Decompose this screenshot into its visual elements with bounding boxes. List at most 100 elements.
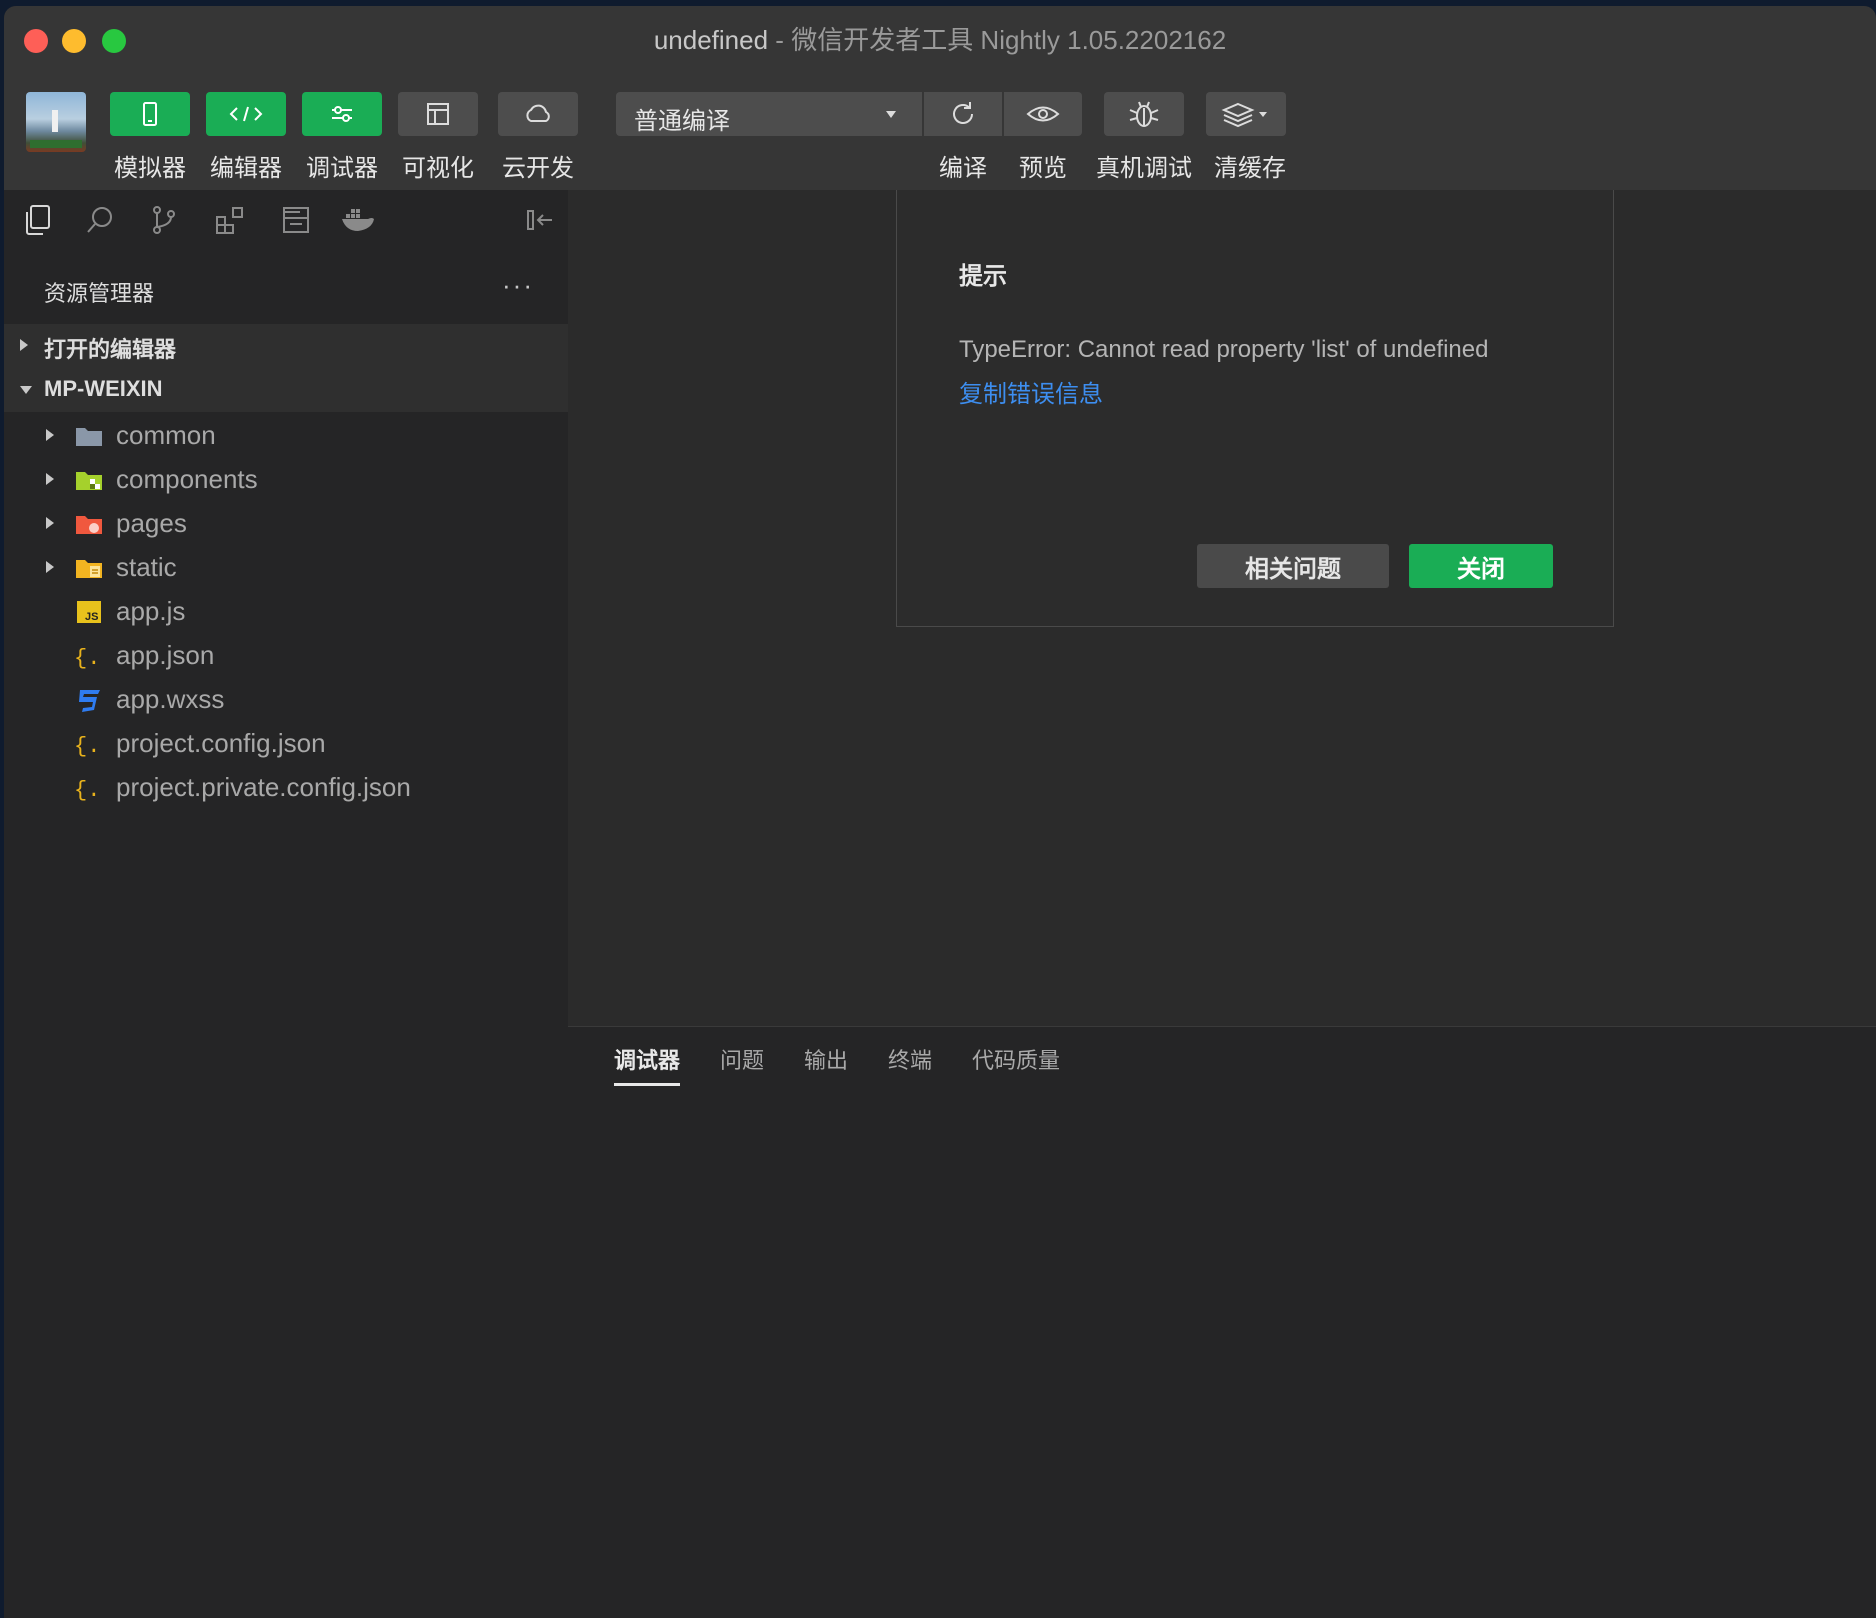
css-file-icon (79, 690, 100, 712)
tab-terminal[interactable]: 终端 (888, 1043, 932, 1075)
tree-item-app-json[interactable]: {..} app.json (4, 634, 568, 678)
editor-button[interactable] (206, 92, 286, 136)
simulator-label: 模拟器 (114, 155, 186, 182)
title-project: undefined (653, 25, 769, 55)
code-icon (229, 106, 263, 122)
tree-item-name: components (116, 464, 258, 494)
window-title: undefined - 微信开发者工具 Nightly 1.05.2202162 (4, 20, 1876, 57)
copy-error-link[interactable]: 复制错误信息 (959, 374, 1103, 409)
debugger-label: 调试器 (306, 155, 378, 182)
files-icon[interactable] (18, 200, 58, 240)
tree-item-pages[interactable]: pages (4, 502, 568, 546)
tree-item-name: app.js (116, 596, 186, 626)
docker-icon[interactable] (338, 200, 378, 240)
compile-mode-value: 普通编译 (634, 108, 730, 135)
simulator-button[interactable] (110, 92, 190, 136)
related-issues-button[interactable]: 相关问题 (1197, 544, 1389, 588)
clear-cache-label: 清缓存 (1214, 155, 1286, 182)
visual-button[interactable] (398, 92, 478, 136)
dialog-title: 提示 (959, 263, 1007, 290)
svg-text:{..}: {..} (74, 646, 104, 670)
compile-mode-select[interactable]: 普通编译 (616, 92, 922, 136)
tab-output[interactable]: 输出 (804, 1043, 848, 1075)
tree-item-project-config[interactable]: {..} project.config.json (4, 722, 568, 766)
phone-icon (143, 102, 157, 126)
tree-item-name: project.config.json (116, 728, 326, 758)
json-file-icon: {..} (74, 646, 104, 670)
tab-debugger[interactable]: 调试器 (614, 1043, 680, 1075)
cloud-icon (526, 104, 550, 122)
open-editors-label: 打开的编辑器 (44, 337, 177, 362)
editor-label: 编辑器 (210, 155, 282, 182)
chevron-right-icon (20, 339, 28, 351)
chevron-right-icon (46, 517, 54, 529)
chevron-down-icon (20, 386, 32, 394)
source-control-icon[interactable] (144, 200, 184, 240)
sliders-icon (332, 106, 352, 122)
title-separator: - (768, 25, 792, 55)
close-dialog-button[interactable]: 关闭 (1409, 544, 1553, 588)
sidebar-icon-bar (4, 190, 568, 252)
tab-problems[interactable]: 问题 (720, 1043, 764, 1075)
debugger-button[interactable] (302, 92, 382, 136)
error-dialog: 提示 TypeError: Cannot read property 'list… (896, 190, 1614, 627)
project-root-section[interactable]: MP-WEIXIN (4, 368, 568, 412)
tree-item-static[interactable]: static (4, 546, 568, 590)
remote-debug-label: 真机调试 (1096, 155, 1192, 182)
search-icon[interactable] (80, 200, 120, 240)
layout-icon (427, 103, 449, 125)
toolbar: undefined - 微信开发者工具 Nightly 1.05.2202162… (4, 6, 1876, 190)
tree-item-name: project.private.config.json (116, 772, 411, 802)
tree-item-app-wxss[interactable]: app.wxss (4, 678, 568, 722)
eye-icon (1026, 106, 1060, 122)
avatar[interactable] (26, 92, 86, 152)
tab-code-quality[interactable]: 代码质量 (972, 1043, 1060, 1075)
components-folder-icon (76, 472, 102, 490)
svg-text:{..}: {..} (74, 778, 104, 802)
cloud-button[interactable] (498, 92, 578, 136)
chevron-right-icon (46, 429, 54, 441)
preview-button[interactable] (1004, 92, 1082, 136)
preview-label: 预览 (1019, 155, 1067, 182)
extensions-icon[interactable] (210, 200, 250, 240)
tree-item-project-private-config[interactable]: {..} project.private.config.json (4, 766, 568, 810)
pages-folder-icon (76, 516, 102, 534)
tree-item-app-js[interactable]: JS app.js (4, 590, 568, 634)
tree-item-components[interactable]: components (4, 458, 568, 502)
more-actions-button[interactable]: ··· (502, 270, 534, 301)
sidebar: 资源管理器 ··· 打开的编辑器 MP-WEIXIN common compon… (4, 190, 568, 1618)
visual-label: 可视化 (402, 155, 474, 182)
js-file-icon: JS (77, 601, 101, 623)
svg-text:{..}: {..} (74, 734, 104, 758)
json-file-icon: {..} (74, 734, 104, 758)
collapse-panel-icon[interactable] (520, 200, 560, 240)
title-app: 微信开发者工具 Nightly 1.05.2202162 (791, 25, 1227, 55)
tree-item-name: common (116, 420, 216, 450)
chevron-down-icon (886, 111, 896, 118)
clear-cache-button[interactable] (1206, 92, 1286, 136)
tree-item-name: static (116, 552, 177, 582)
cloud-label: 云开发 (502, 155, 574, 182)
refresh-icon (953, 102, 973, 124)
project-root-label: MP-WEIXIN (44, 376, 163, 401)
storage-icon[interactable] (276, 200, 316, 240)
chevron-right-icon (46, 473, 54, 485)
explorer-title: 资源管理器 (44, 281, 155, 306)
remote-debug-button[interactable] (1104, 92, 1184, 136)
layers-icon (1221, 102, 1267, 128)
dialog-message: TypeError: Cannot read property 'list' o… (959, 336, 1489, 363)
bottom-panel: 调试器 问题 输出 终端 代码质量 (568, 1026, 1876, 1618)
tree-item-common[interactable]: common (4, 414, 568, 458)
app-window: undefined - 微信开发者工具 Nightly 1.05.2202162… (4, 6, 1876, 1618)
open-editors-section[interactable]: 打开的编辑器 (4, 324, 568, 368)
tree-item-name: app.wxss (116, 684, 225, 714)
bug-icon (1129, 101, 1159, 127)
json-file-icon: {..} (74, 778, 104, 802)
svg-text:JS: JS (85, 611, 98, 623)
tree-item-name: app.json (116, 640, 215, 670)
tree-item-name: pages (116, 508, 187, 538)
compile-button[interactable] (924, 92, 1002, 136)
chevron-right-icon (46, 561, 54, 573)
active-tab-indicator (614, 1083, 680, 1086)
folder-icon (76, 428, 102, 446)
